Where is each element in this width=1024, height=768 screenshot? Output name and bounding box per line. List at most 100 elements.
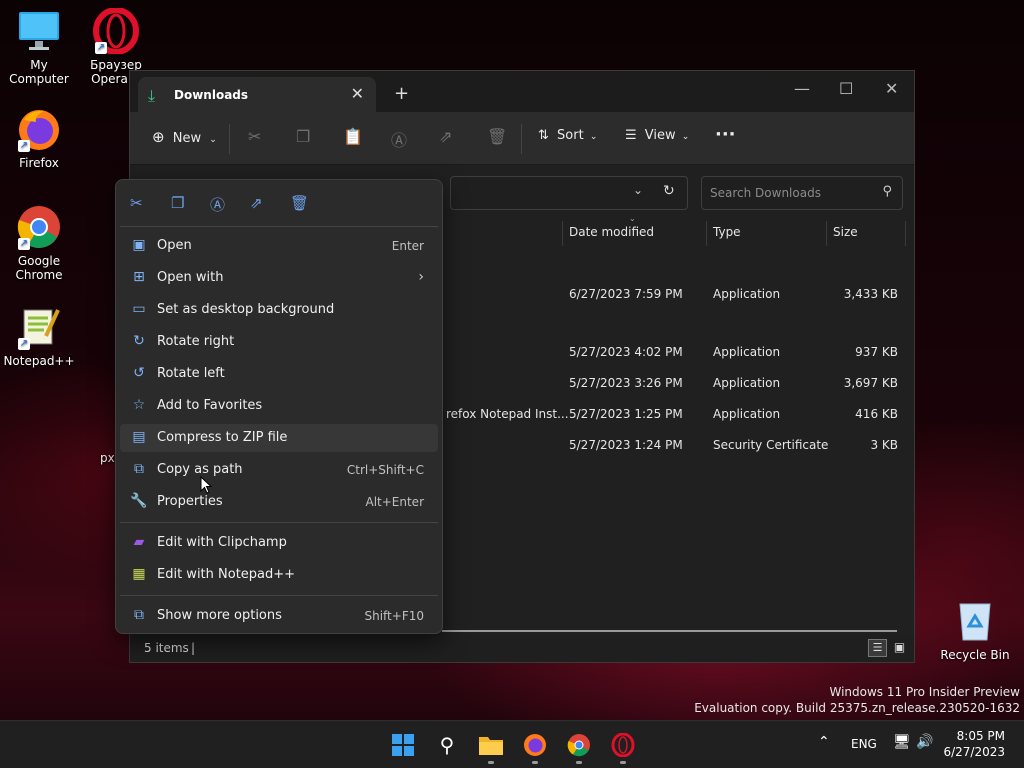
horizontal-scrollbar[interactable] — [442, 630, 897, 632]
wrench-icon: 🔧 — [130, 493, 148, 509]
rename-button[interactable]: Ⓐ — [391, 127, 407, 151]
chevron-down-icon: ⌄ — [589, 132, 598, 142]
start-button[interactable] — [389, 731, 417, 759]
column-divider — [562, 221, 563, 246]
address-bar[interactable]: ⌄ ↻ — [450, 176, 688, 210]
taskbar-opera[interactable] — [609, 731, 637, 759]
text-cursor: | — [191, 641, 196, 655]
search-button[interactable]: ⚲ — [433, 731, 461, 759]
star-icon: ☆ — [132, 397, 146, 413]
copy-button[interactable]: ❐ — [296, 127, 310, 146]
firefox-icon: ↗ — [16, 106, 62, 152]
menu-item-shortcut: Alt+Enter — [365, 495, 424, 509]
new-button[interactable]: ⊕ New ⌄ — [152, 128, 217, 146]
view-label: View — [644, 128, 676, 143]
more-options-button[interactable]: ··· — [715, 124, 736, 145]
cut-button[interactable]: ✂ — [248, 127, 261, 146]
show-hidden-icons-button[interactable]: ⌃ — [818, 734, 830, 750]
language-indicator[interactable]: ENG — [851, 737, 877, 751]
file-size: 416 KB — [855, 407, 898, 421]
clock-time: 8:05 PM — [956, 729, 1005, 743]
folder-icon — [479, 737, 503, 755]
column-header-size[interactable]: Size — [833, 225, 858, 239]
details-view-button[interactable]: ☰ — [868, 639, 887, 657]
tab-downloads[interactable]: ⤓ Downloads ✕ — [138, 77, 376, 112]
image-icon: ▣ — [132, 237, 146, 253]
menu-item-edit-clipchamp[interactable]: ▰ Edit with Clipchamp — [120, 529, 438, 557]
shortcut-arrow-icon: ↗ — [18, 140, 30, 152]
menu-item-rotate-right[interactable]: ↻ Rotate right — [120, 328, 438, 356]
column-header-type[interactable]: Type — [713, 225, 741, 239]
menu-item-show-more-options[interactable]: ⧉ Show more options Shift+F10 — [120, 602, 438, 630]
refresh-icon[interactable]: ↻ — [663, 183, 675, 199]
menu-item-add-to-favorites[interactable]: ☆ Add to Favorites — [120, 392, 438, 420]
column-header-date[interactable]: Date modified — [569, 225, 654, 239]
rotate-right-icon: ↻ — [133, 333, 145, 349]
open-with-icon: ⊞ — [133, 269, 145, 285]
menu-item-shortcut: Shift+F10 — [364, 609, 424, 623]
taskbar-firefox[interactable] — [521, 731, 549, 759]
sort-button[interactable]: ⇅ Sort ⌄ — [538, 128, 597, 143]
menu-item-open-with[interactable]: ⊞ Open with › — [120, 264, 438, 292]
desktop-icon-my-computer[interactable]: My Computer — [0, 8, 78, 86]
item-count: 5 items — [144, 641, 189, 655]
menu-item-open[interactable]: ▣ Open Enter — [120, 232, 438, 260]
notepadpp-icon: ↗ — [16, 304, 62, 350]
menu-item-rotate-left[interactable]: ↺ Rotate left — [120, 360, 438, 388]
share-icon[interactable]: ⇗ — [250, 194, 263, 212]
copy-icon[interactable]: ❐ — [171, 194, 184, 212]
menu-item-copy-as-path[interactable]: ⧉ Copy as path Ctrl+Shift+C — [120, 456, 438, 484]
search-input[interactable]: Search Downloads ⚲ — [701, 176, 903, 210]
rename-icon[interactable]: Ⓐ — [210, 194, 225, 215]
desktop-icon-recycle-bin[interactable]: Recycle Bin — [936, 598, 1014, 662]
file-row[interactable]: 5/27/2023 1:24 PM Security Certificate 3… — [430, 436, 910, 456]
share-button[interactable]: ⇗ — [439, 127, 452, 146]
menu-item-shortcut: Ctrl+Shift+C — [346, 463, 424, 477]
close-window-button[interactable]: ✕ — [885, 79, 898, 98]
desktop-icon-label: Firefox — [19, 156, 59, 170]
file-row[interactable]: 5/27/2023 4:02 PM Application 937 KB — [430, 343, 910, 363]
running-indicator — [488, 761, 494, 764]
desktop-icon-px[interactable]: px — [80, 451, 120, 465]
taskbar: ⚲ ⌃ ENG 🖥 🔊 8:05 PM 6/27/2023 — [0, 720, 1024, 768]
menu-item-set-desktop-background[interactable]: ▭ Set as desktop background — [120, 296, 438, 324]
volume-icon[interactable]: 🔊 — [916, 734, 933, 750]
paste-button[interactable]: 📋 — [343, 127, 363, 146]
maximize-button[interactable]: ☐ — [839, 79, 853, 98]
desktop-icon-notepadpp[interactable]: ↗ Notepad++ — [0, 304, 78, 368]
desktop-icon-label: px — [100, 451, 115, 465]
menu-divider — [120, 595, 438, 596]
close-tab-icon[interactable]: ✕ — [351, 84, 364, 103]
menu-item-label: Open — [157, 238, 192, 253]
chevron-down-icon[interactable]: ⌄ — [633, 183, 643, 197]
file-row[interactable]: refox Notepad Inst... 5/27/2023 1:25 PM … — [430, 405, 910, 425]
delete-icon[interactable]: 🗑 — [290, 194, 309, 212]
clock[interactable]: 8:05 PM 6/27/2023 — [943, 728, 1005, 760]
taskbar-chrome[interactable] — [565, 731, 593, 759]
delete-button[interactable]: 🗑 — [487, 127, 507, 146]
new-tab-button[interactable]: + — [394, 83, 409, 104]
watermark-line-1: Windows 11 Pro Insider Preview — [829, 685, 1020, 699]
file-row[interactable]: 6/27/2023 7:59 PM Application 3,433 KB — [430, 285, 910, 305]
minimize-button[interactable]: — — [794, 79, 810, 98]
column-divider — [905, 221, 906, 246]
file-row[interactable]: 5/27/2023 3:26 PM Application 3,697 KB — [430, 374, 910, 394]
cut-icon[interactable]: ✂ — [130, 194, 143, 212]
chrome-icon — [567, 734, 590, 757]
sort-label: Sort — [557, 128, 584, 143]
desktop-icon-firefox[interactable]: ↗ Firefox — [0, 106, 78, 170]
file-type: Application — [713, 376, 781, 390]
column-divider — [706, 221, 707, 246]
view-button[interactable]: ☰ View ⌄ — [625, 128, 689, 143]
menu-item-shortcut: Enter — [391, 239, 424, 253]
menu-item-compress-zip[interactable]: ▤ Compress to ZIP file — [120, 424, 438, 452]
tiles-view-button[interactable]: ▣ — [891, 639, 908, 657]
file-type: Security Certificate — [713, 438, 829, 452]
tab-title: Downloads — [174, 88, 249, 102]
clock-date: 6/27/2023 — [943, 745, 1005, 759]
taskbar-file-explorer[interactable] — [477, 731, 505, 759]
menu-item-edit-notepadpp[interactable]: ▦ Edit with Notepad++ — [120, 561, 438, 589]
desktop-icon-chrome[interactable]: ↗ Google Chrome — [0, 204, 78, 282]
network-icon[interactable]: 🖥 — [893, 734, 911, 750]
menu-item-properties[interactable]: 🔧 Properties Alt+Enter — [120, 488, 438, 516]
